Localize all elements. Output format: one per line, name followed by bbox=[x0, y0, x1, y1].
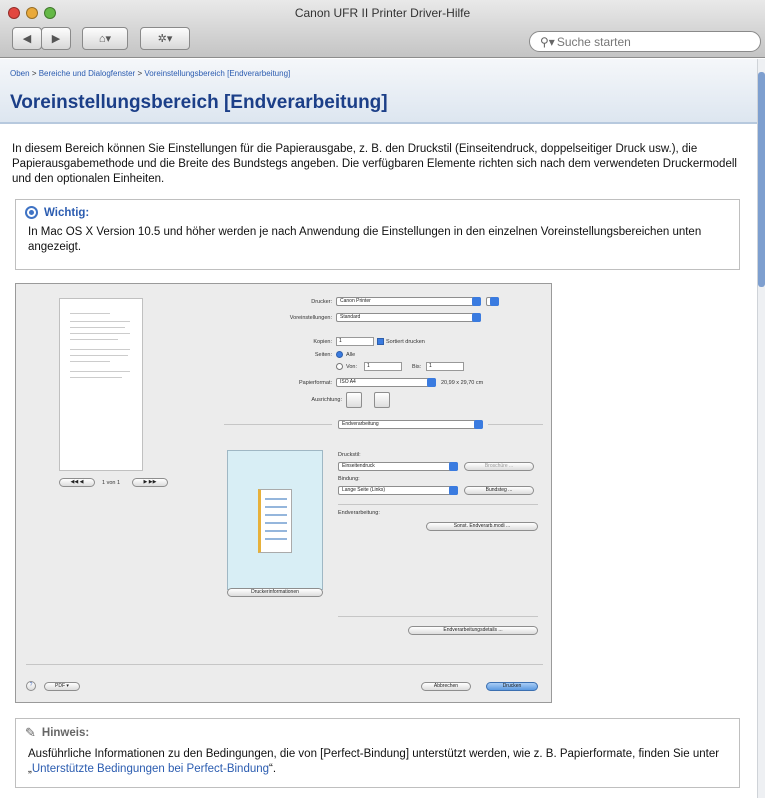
page-header: Oben > Bereiche und Dialogfenster > Vore… bbox=[0, 59, 757, 124]
document-preview-icon bbox=[258, 489, 292, 553]
printer-disclosure-button[interactable] bbox=[486, 297, 499, 306]
landscape-orientation-button[interactable] bbox=[374, 392, 390, 408]
help-icon[interactable]: ? bbox=[26, 681, 36, 691]
gutter-button[interactable]: Bundsteg ... bbox=[464, 486, 534, 495]
page-title: Voreinstellungsbereich [Endverarbeitung] bbox=[10, 92, 388, 113]
gear-icon: ✲▾ bbox=[157, 33, 173, 45]
breadcrumb-separator: > bbox=[137, 69, 143, 78]
pdf-menu-button[interactable]: PDF ▾ bbox=[44, 682, 80, 691]
supported-conditions-link[interactable]: Unterstützte Bedingungen bei Perfect-Bin… bbox=[32, 763, 269, 775]
pane-select[interactable]: Endverarbeitung bbox=[338, 420, 483, 429]
important-text: In Mac OS X Version 10.5 und höher werde… bbox=[28, 226, 702, 253]
presets-label: Voreinstellungen: bbox=[289, 315, 332, 321]
collate-checkbox[interactable] bbox=[377, 338, 384, 345]
printer-label: Drucker: bbox=[311, 299, 332, 305]
search-placeholder: Suche starten bbox=[556, 34, 631, 49]
pages-all-radio[interactable] bbox=[336, 351, 343, 358]
window-titlebar: Canon UFR II Printer Driver-Hilfe ◀ ▶ ⌂▾… bbox=[0, 0, 765, 58]
back-button[interactable]: ◀ bbox=[12, 27, 42, 50]
pages-range-radio[interactable] bbox=[336, 363, 343, 370]
printer-select[interactable]: Canon Printer bbox=[336, 297, 481, 306]
pages-all-label: Alle bbox=[346, 352, 356, 358]
paper-size-select[interactable]: ISO A4 bbox=[336, 378, 436, 387]
breadcrumb-section-link[interactable]: Bereiche und Dialogfenster bbox=[39, 69, 136, 78]
search-input[interactable]: ⚲▾ Suche starten bbox=[529, 31, 761, 52]
booklet-button[interactable]: Broschüre ... bbox=[464, 462, 534, 471]
page-counter: 1 von 1 bbox=[102, 480, 121, 486]
pages-from-input[interactable]: 1 bbox=[364, 362, 402, 371]
print-dialog-screenshot: ◀◀ ◀ 1 von 1 ▶ ▶▶ Drucker: Canon Printer… bbox=[15, 283, 552, 703]
copies-input[interactable]: 1 bbox=[336, 337, 374, 346]
next-last-page-button[interactable]: ▶ ▶▶ bbox=[132, 478, 168, 487]
intro-paragraph: In diesem Bereich können Sie Einstellung… bbox=[12, 143, 737, 185]
breadcrumb: Oben > Bereiche und Dialogfenster > Vore… bbox=[10, 69, 290, 78]
search-icon: ⚲▾ bbox=[540, 34, 555, 49]
breadcrumb-separator: > bbox=[31, 69, 37, 78]
other-finishing-button[interactable]: Sonst. Endverarb.modi ... bbox=[426, 522, 538, 531]
pages-label: Seiten: bbox=[314, 352, 332, 358]
pages-to-label: Bis: bbox=[412, 364, 422, 370]
pane-value: Endverarbeitung bbox=[342, 421, 379, 427]
print-button[interactable]: Drucken bbox=[486, 682, 538, 691]
printer-value: Canon Printer bbox=[340, 298, 371, 304]
paper-size-label: Papierformat: bbox=[298, 380, 332, 386]
paper-dimensions: 20,99 x 29,70 cm bbox=[441, 380, 484, 386]
window-title: Canon UFR II Printer Driver-Hilfe bbox=[294, 6, 471, 20]
cancel-button[interactable]: Abbrechen bbox=[421, 682, 471, 691]
binding-label: Bindung: bbox=[338, 476, 360, 482]
note-text: Ausführliche Informationen zu den Beding… bbox=[28, 747, 727, 777]
pages-to-input[interactable]: 1 bbox=[426, 362, 464, 371]
home-menu-button[interactable]: ⌂▾ bbox=[82, 27, 128, 50]
important-heading: Wichtig: bbox=[44, 206, 90, 219]
scrollbar-thumb[interactable] bbox=[758, 72, 765, 287]
action-menu-button[interactable]: ✲▾ bbox=[140, 27, 190, 50]
home-icon: ⌂▾ bbox=[98, 33, 112, 45]
first-prev-page-button[interactable]: ◀◀ ◀ bbox=[59, 478, 95, 487]
binding-select[interactable]: Lange Seite (Links) bbox=[338, 486, 458, 495]
portrait-orientation-button[interactable] bbox=[346, 392, 362, 408]
finishing-details-button[interactable]: Endverarbeitungsdetails ... bbox=[408, 626, 538, 635]
breadcrumb-current-link[interactable]: Voreinstellungsbereich [Endverarbeitung] bbox=[144, 69, 290, 78]
pages-from-label: Von: bbox=[346, 364, 358, 370]
print-style-label: Druckstil: bbox=[338, 452, 361, 458]
note-box: ✎ Hinweis: Ausführliche Informationen zu … bbox=[15, 718, 740, 788]
binding-value: Lange Seite (Links) bbox=[342, 487, 386, 493]
note-pencil-icon: ✎ bbox=[25, 725, 36, 740]
print-style-value: Einseitendruck bbox=[342, 463, 375, 469]
presets-select[interactable]: Standard bbox=[336, 313, 481, 322]
finishing-preview bbox=[227, 450, 323, 590]
finishing-label: Endverarbeitung: bbox=[338, 510, 380, 516]
collate-label: Sortiert drucken bbox=[386, 339, 425, 345]
paper-size-value: ISO A4 bbox=[340, 379, 356, 385]
copies-label: Kopien: bbox=[313, 339, 332, 345]
breadcrumb-home-link[interactable]: Oben bbox=[10, 69, 30, 78]
presets-value: Standard bbox=[340, 314, 361, 320]
forward-button[interactable]: ▶ bbox=[41, 27, 71, 50]
print-style-select[interactable]: Einseitendruck bbox=[338, 462, 458, 471]
orientation-label: Ausrichtung: bbox=[311, 397, 342, 403]
note-heading: Hinweis: bbox=[41, 727, 90, 739]
note-text-after: “. bbox=[269, 763, 277, 775]
forward-arrow-icon: ▶ bbox=[51, 33, 61, 45]
important-box: Wichtig: In Mac OS X Version 10.5 und hö… bbox=[15, 199, 740, 270]
back-arrow-icon: ◀ bbox=[22, 33, 32, 45]
page-preview-thumbnail bbox=[59, 298, 143, 471]
important-icon bbox=[25, 206, 38, 219]
printer-info-button[interactable]: Druckerinformationen bbox=[227, 588, 323, 597]
